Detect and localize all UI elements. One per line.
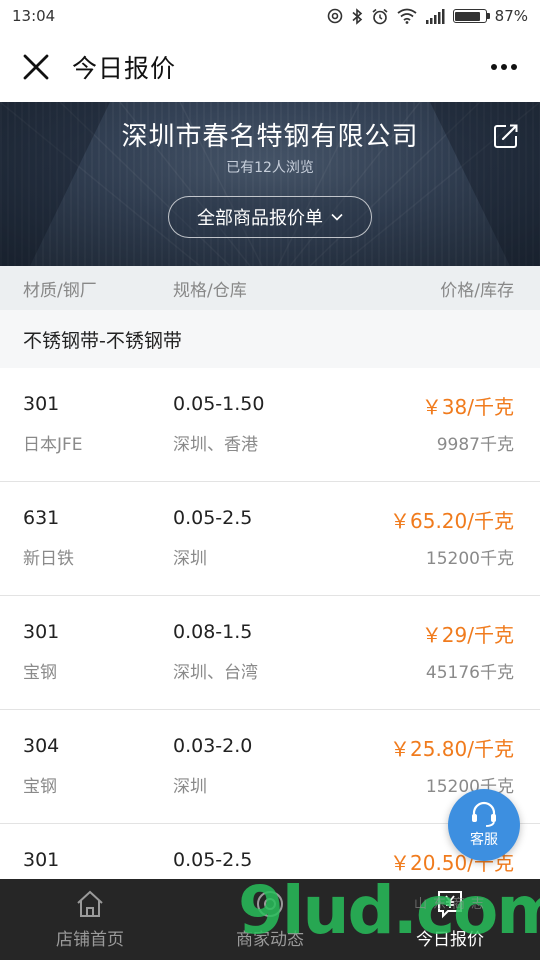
quote-icon bbox=[438, 891, 462, 919]
nav-label: 今日报价 bbox=[416, 930, 484, 950]
headset-icon bbox=[472, 801, 496, 827]
page-title: 今日报价 bbox=[72, 54, 177, 83]
company-name: 深圳市春名特钢有限公司 bbox=[121, 122, 419, 152]
close-icon bbox=[23, 54, 49, 80]
row-warehouse: 深圳、台湾 bbox=[173, 663, 258, 683]
selector-label: 全部商品报价单 bbox=[197, 208, 323, 229]
price-row[interactable]: 301 日本JFE 0.05-1.50 深圳、香港 ￥38/千克 9987千克 bbox=[0, 368, 540, 482]
nav-merchant-activity[interactable]: 商家动态 bbox=[180, 879, 360, 960]
title-bar: 今日报价 bbox=[0, 32, 540, 102]
row-price: ￥29/千克 bbox=[421, 623, 514, 647]
row-price: ￥65.20/千克 bbox=[390, 509, 514, 533]
row-spec: 0.08-1.5 bbox=[173, 621, 253, 643]
chevron-down-icon bbox=[331, 213, 343, 221]
row-spec: 0.05-1.50 bbox=[173, 393, 265, 415]
row-spec: 0.05-2.5 bbox=[173, 507, 253, 529]
view-count: 已有12人浏览 bbox=[226, 160, 314, 176]
nav-todays-quote[interactable]: 今日报价 bbox=[360, 879, 540, 960]
row-stock: 9987千克 bbox=[436, 435, 514, 455]
status-bar: 13:04 87% bbox=[0, 0, 540, 32]
row-mill: 宝钢 bbox=[23, 663, 57, 683]
row-stock: 15200千克 bbox=[425, 549, 514, 569]
product-list-selector[interactable]: 全部商品报价单 bbox=[168, 196, 372, 238]
customer-service-label: 客服 bbox=[470, 832, 498, 848]
battery-icon bbox=[452, 9, 490, 23]
row-price: ￥25.80/千克 bbox=[390, 737, 514, 761]
more-dot-icon bbox=[491, 64, 497, 70]
nfc-icon bbox=[327, 8, 342, 24]
edit-icon bbox=[494, 124, 518, 148]
more-options-button[interactable] bbox=[484, 50, 524, 84]
nav-label: 商家动态 bbox=[236, 930, 304, 950]
more-dot-icon bbox=[511, 64, 517, 70]
column-spec: 规格/仓库 bbox=[173, 280, 247, 301]
row-warehouse: 深圳 bbox=[173, 549, 207, 569]
edit-share-button[interactable] bbox=[492, 122, 520, 150]
bottom-navigation: 店铺首页 商家动态 今日报价 bbox=[0, 879, 540, 960]
shop-banner: 深圳市春名特钢有限公司 已有12人浏览 全部商品报价单 bbox=[0, 102, 540, 266]
alarm-icon bbox=[372, 8, 388, 24]
row-material: 301 bbox=[23, 621, 60, 643]
nav-shop-home[interactable]: 店铺首页 bbox=[0, 879, 180, 960]
price-row[interactable]: 301 宝钢 0.08-1.5 深圳、台湾 ￥29/千克 45176千克 bbox=[0, 596, 540, 710]
row-material: 631 bbox=[23, 507, 60, 529]
row-spec: 0.03-2.0 bbox=[173, 735, 253, 757]
price-row[interactable]: 631 新日铁 0.05-2.5 深圳 ￥65.20/千克 15200千克 bbox=[0, 482, 540, 596]
customer-service-button[interactable]: 客服 bbox=[448, 789, 520, 861]
price-list: 301 日本JFE 0.05-1.50 深圳、香港 ￥38/千克 9987千克 … bbox=[0, 368, 540, 938]
status-icons: 87% bbox=[327, 7, 528, 25]
row-material: 301 bbox=[23, 849, 60, 871]
signal-icon bbox=[425, 8, 445, 24]
activity-icon bbox=[257, 891, 283, 917]
row-spec: 0.05-2.5 bbox=[173, 849, 253, 871]
column-header: 材质/钢厂 规格/仓库 价格/库存 bbox=[0, 266, 540, 310]
battery-percent: 87% bbox=[494, 7, 528, 25]
column-material: 材质/钢厂 bbox=[23, 280, 97, 301]
row-mill: 日本JFE bbox=[23, 435, 83, 455]
wifi-icon bbox=[397, 8, 417, 24]
column-price: 价格/库存 bbox=[440, 280, 514, 301]
more-dot-icon bbox=[501, 64, 507, 70]
bluetooth-icon bbox=[352, 7, 362, 25]
row-warehouse: 深圳、香港 bbox=[173, 435, 258, 455]
row-stock: 45176千克 bbox=[425, 663, 514, 683]
row-warehouse: 深圳 bbox=[173, 777, 207, 797]
home-icon bbox=[77, 890, 103, 917]
row-material: 301 bbox=[23, 393, 60, 415]
row-mill: 宝钢 bbox=[23, 777, 57, 797]
nav-label: 店铺首页 bbox=[56, 930, 124, 950]
status-time: 13:04 bbox=[12, 7, 56, 25]
category-heading: 不锈钢带-不锈钢带 bbox=[0, 310, 540, 368]
row-price: ￥38/千克 bbox=[421, 395, 514, 419]
close-button[interactable] bbox=[0, 32, 72, 102]
row-mill: 新日铁 bbox=[23, 549, 74, 569]
row-material: 304 bbox=[23, 735, 60, 757]
